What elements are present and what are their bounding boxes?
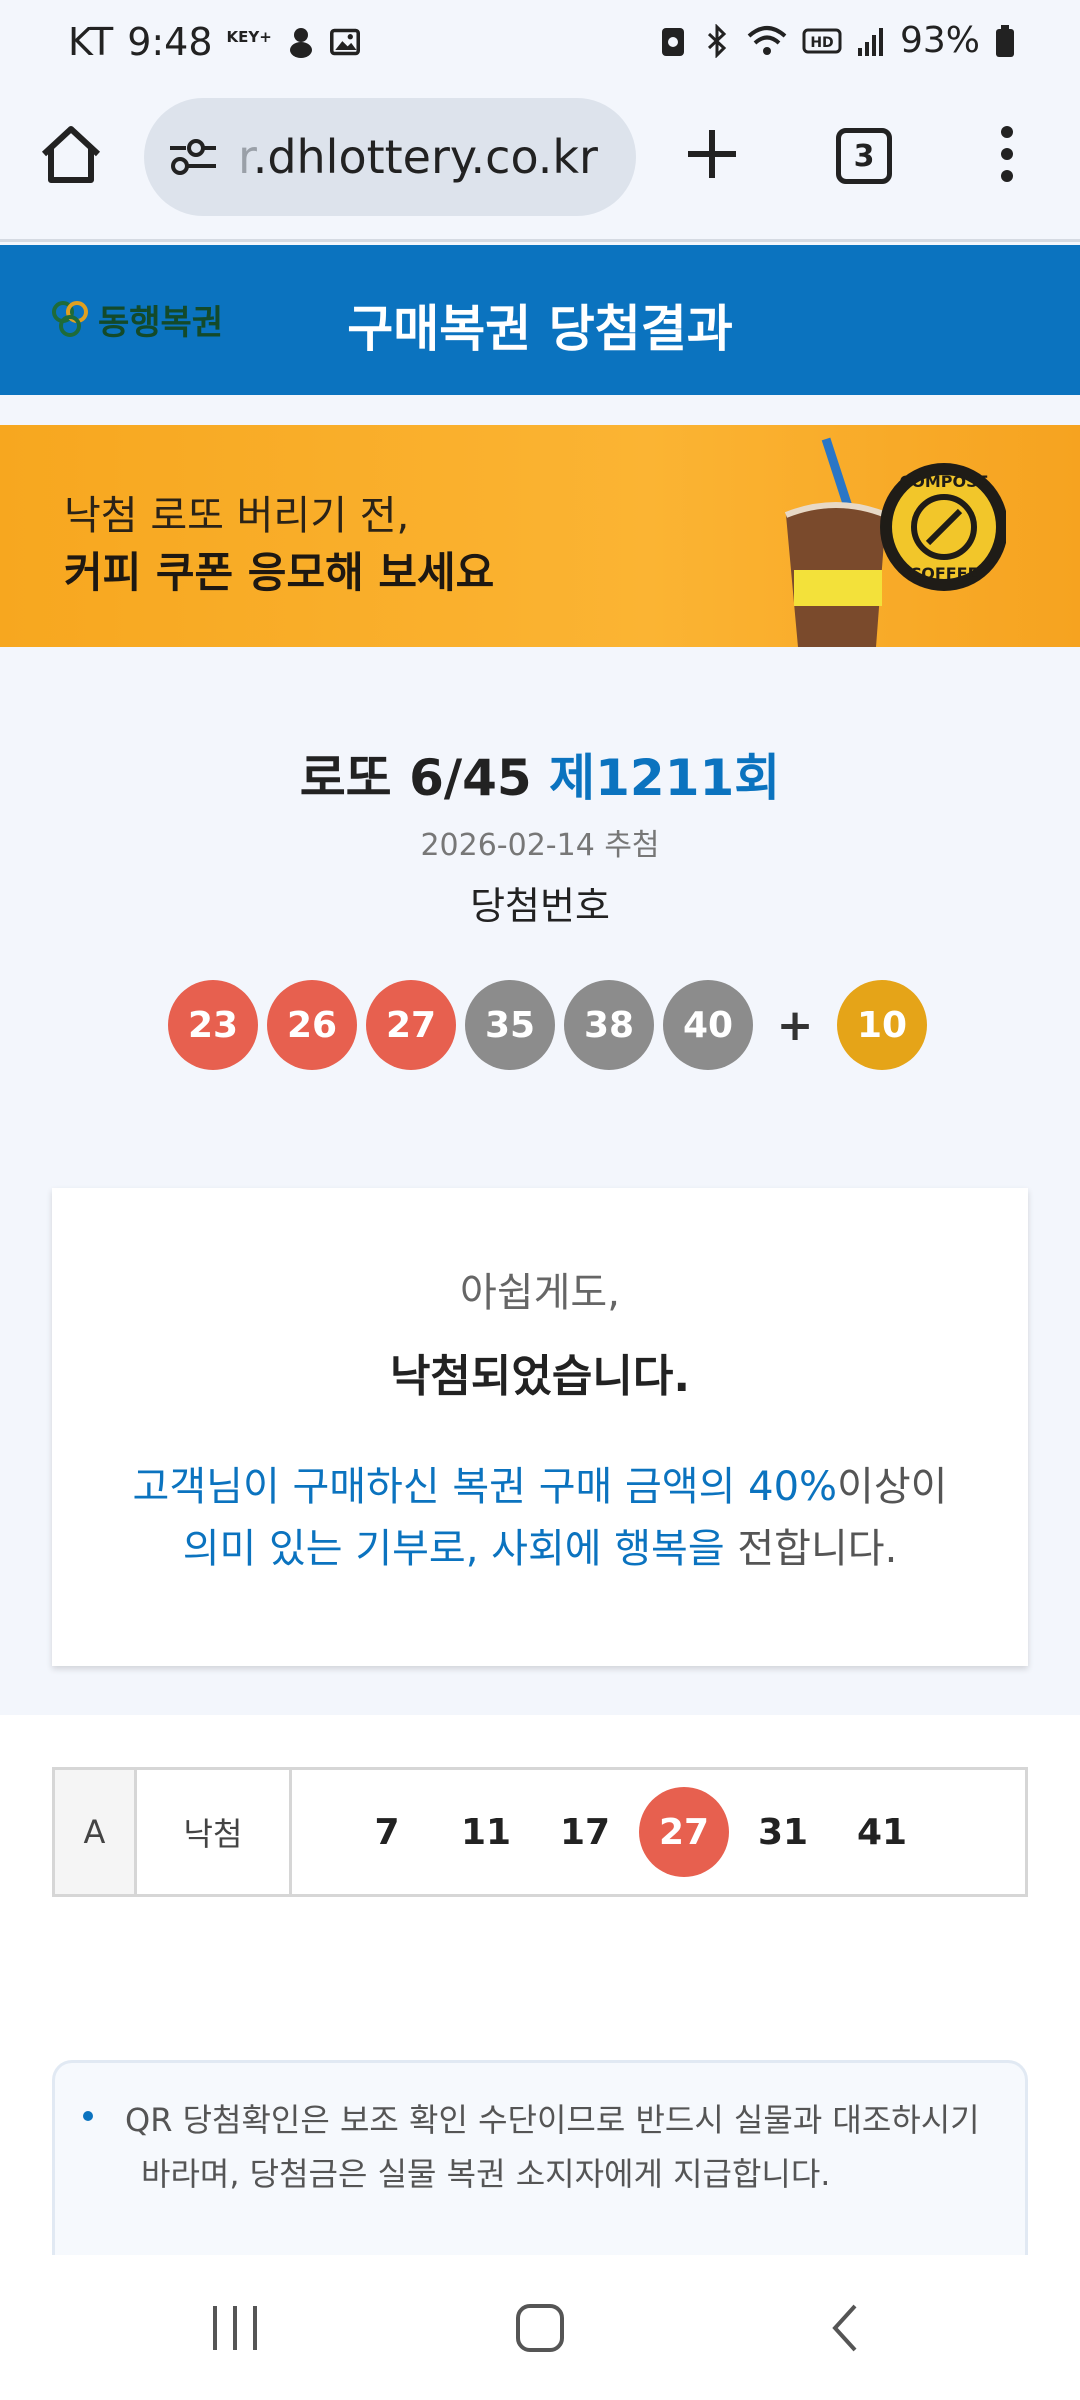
game-number: 31 — [757, 1811, 809, 1853]
winning-ball: 35 — [465, 980, 555, 1070]
draw-result-section: 로또 6/45 제1211회 2026-02-14 추첨 당첨번호 23 26 … — [0, 680, 1080, 1715]
compose-brand-top: COMPOSE — [899, 472, 988, 491]
game-name: 로또 6/45 — [299, 749, 550, 807]
donation-text-2: 전합니다. — [724, 1526, 898, 1572]
ticket-games-section: A 낙첨 7 11 17 27 31 41 QR 당첨확인은 보조 확인 수단이… — [0, 1715, 1080, 2260]
winning-numbers: 23 26 27 35 38 40 + 10 — [168, 980, 936, 1070]
winning-ball: 40 — [663, 980, 753, 1070]
compose-brand-bottom: COFFEE — [909, 564, 978, 583]
notice-line1: QR 당첨확인은 보조 확인 수단이므로 반드시 실물과 대조하시기 — [125, 2101, 980, 2139]
draw-round: 제1211회 — [549, 749, 781, 807]
donation-highlight-2: 의미 있는 기부로, 사회에 행복을 — [182, 1526, 725, 1572]
winning-ball: 23 — [168, 980, 258, 1070]
svg-text:HD: HD — [810, 35, 833, 51]
game-result: 낙첨 — [137, 1770, 292, 1894]
message-sorry: 아쉽게도, — [460, 1270, 620, 1316]
back-icon[interactable] — [815, 2303, 875, 2353]
banner-line2: 커피 쿠폰 응모해 보세요 — [64, 548, 495, 597]
winning-numbers-label: 당첨번호 — [470, 884, 610, 928]
donation-highlight-1: 고객님이 구매하신 복권 구매 금액의 40% — [132, 1464, 838, 1510]
clock: 9:48 — [127, 20, 213, 64]
gallery-icon — [329, 28, 360, 56]
battery-percent: 93% — [899, 20, 980, 61]
recent-apps-icon[interactable] — [205, 2303, 265, 2353]
game-number-matched: 27 — [639, 1787, 729, 1877]
system-nav-bar — [0, 2255, 1080, 2400]
signal-icon — [857, 27, 883, 56]
tab-switcher-button[interactable]: 3 — [836, 128, 892, 184]
site-settings-icon[interactable] — [166, 135, 220, 179]
url-faded-prefix: r — [238, 130, 253, 184]
more-menu-icon[interactable] — [992, 122, 1022, 186]
winning-ball: 27 — [366, 980, 456, 1070]
home-nav-icon[interactable] — [510, 2303, 570, 2353]
game-number: 7 — [374, 1811, 400, 1853]
new-tab-icon[interactable] — [680, 122, 744, 186]
url-domain: .dhlottery.co.kr — [252, 130, 598, 184]
page-title: 구매복권 당첨결과 — [347, 300, 733, 358]
message-result: 낙첨되었습니다. — [389, 1351, 691, 1402]
mascot-icon — [289, 28, 312, 58]
draw-date: 2026-02-14 추첨 — [420, 828, 660, 863]
game-number: 11 — [460, 1811, 512, 1853]
bonus-ball: 10 — [837, 980, 927, 1070]
site-header: 동행복권 구매복권 당첨결과 — [0, 245, 1080, 395]
game-row: A 낙첨 7 11 17 27 31 41 — [52, 1767, 1028, 1897]
game-number: 41 — [856, 1811, 908, 1853]
bluetooth-icon — [707, 23, 727, 58]
url-text: r.dhlottery.co.kr — [238, 130, 598, 184]
notice-line2: 바라며, 당첨금은 실물 복권 소지자에게 지급합니다. — [141, 2155, 831, 2193]
coffee-coupon-banner[interactable]: 낙첨 로또 버리기 전, 커피 쿠폰 응모해 보세요 COMPOSE COFFE… — [0, 425, 1080, 647]
bonus-plus-sign: + — [776, 999, 814, 1051]
game-number: 17 — [559, 1811, 611, 1853]
address-bar[interactable]: r.dhlottery.co.kr — [144, 98, 636, 216]
browser-toolbar: r.dhlottery.co.kr 3 — [0, 92, 1080, 242]
battery-saver-icon — [661, 27, 684, 56]
key-badge: KEY+ — [226, 28, 272, 46]
home-icon[interactable] — [36, 120, 106, 190]
wifi-icon — [747, 25, 787, 55]
donation-text-1: 이상이 — [837, 1464, 948, 1510]
coffee-cup-illustration: COMPOSE COFFEE — [784, 437, 1006, 647]
winning-ball: 38 — [564, 980, 654, 1070]
qr-notice-box: QR 당첨확인은 보조 확인 수단이므로 반드시 실물과 대조하시기 바라며, … — [52, 2060, 1028, 2260]
bullet-icon — [83, 2111, 93, 2121]
winning-ball: 26 — [267, 980, 357, 1070]
status-bar: KT 9:48 KEY+ HD 93% — [0, 0, 1080, 92]
game-numbers: 7 11 17 27 31 41 — [292, 1770, 1025, 1894]
hd-voice-icon: HD — [802, 28, 842, 53]
banner-line1: 낙첨 로또 버리기 전, — [64, 493, 410, 539]
message-donation: 고객님이 구매하신 복권 구매 금액의 40%이상이 의미 있는 기부로, 사회… — [52, 1456, 1028, 1580]
result-message-card: 아쉽게도, 낙첨되었습니다. 고객님이 구매하신 복권 구매 금액의 40%이상… — [52, 1188, 1028, 1666]
carrier-label: KT — [68, 20, 114, 64]
battery-icon — [996, 24, 1014, 57]
draw-title: 로또 6/45 제1211회 — [0, 738, 1080, 810]
game-label: A — [55, 1770, 137, 1894]
